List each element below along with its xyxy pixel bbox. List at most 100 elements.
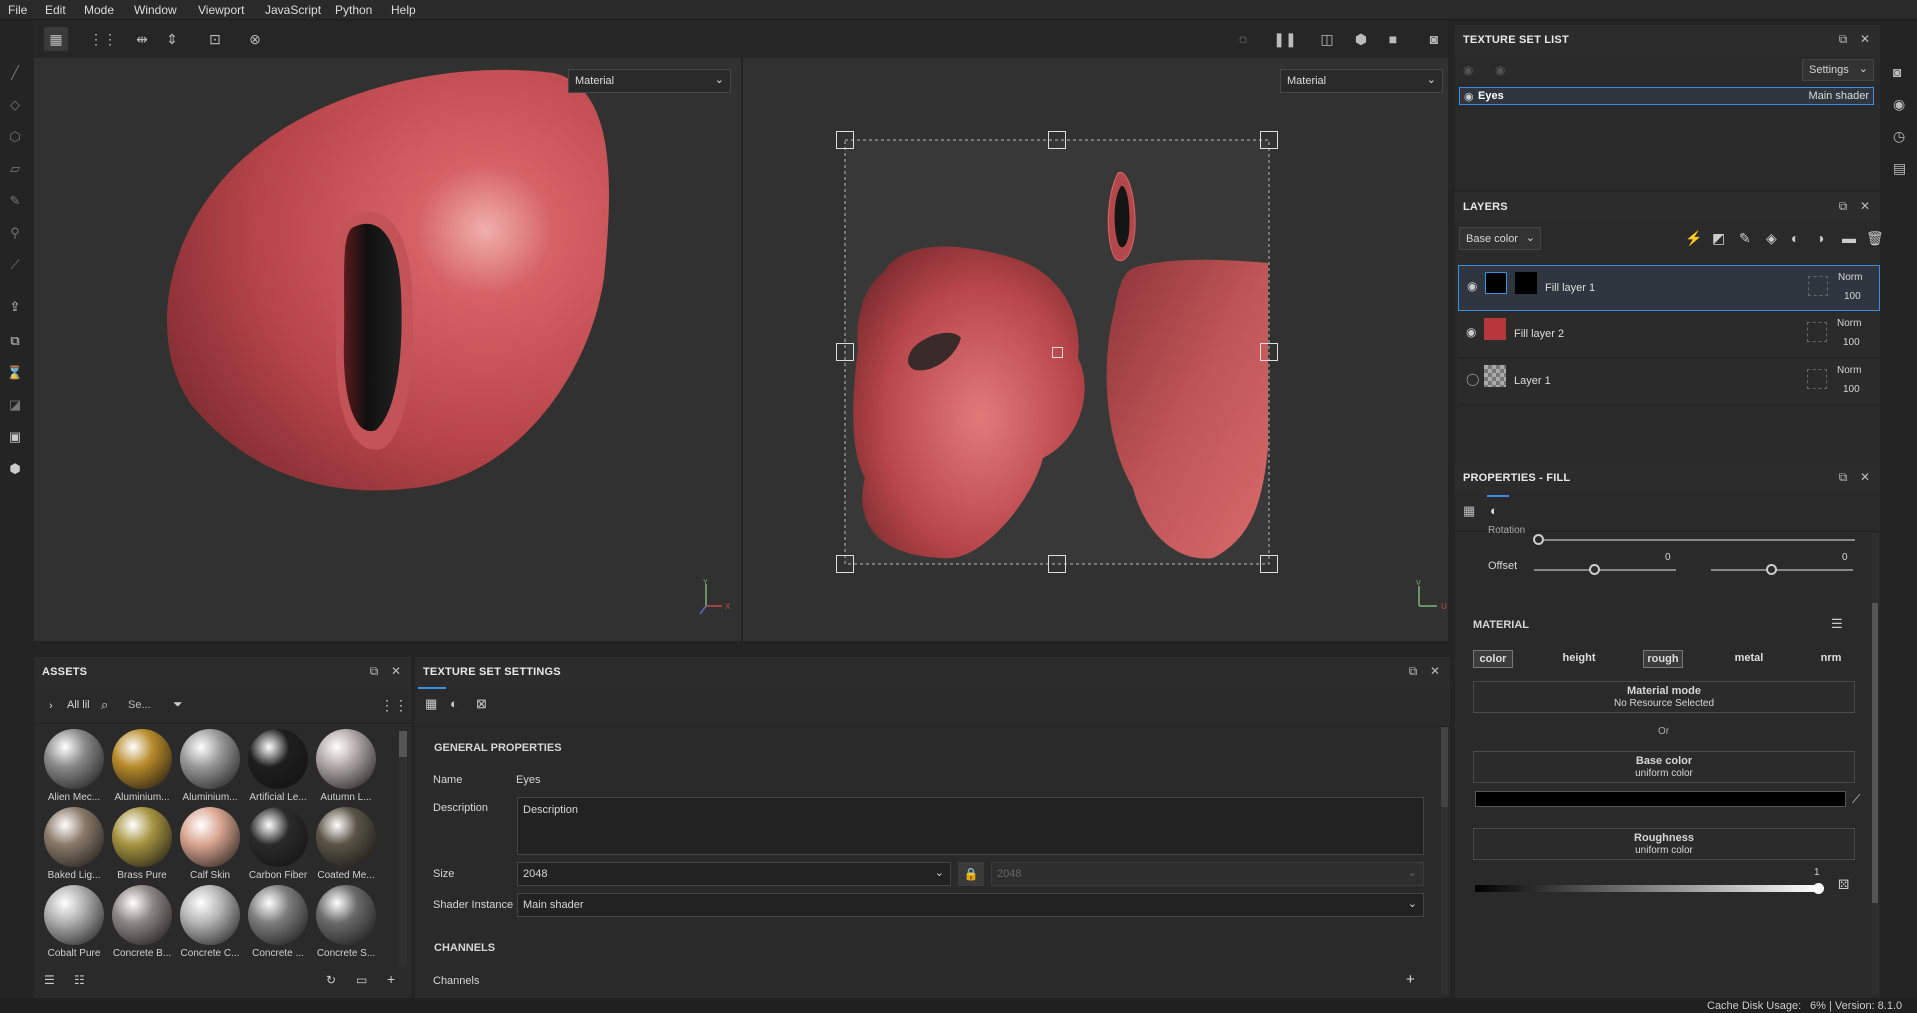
eye-visible-icon[interactable]: ◉	[1467, 279, 1477, 293]
camera-video-icon[interactable]: ■	[1381, 27, 1405, 51]
transform-handle-br[interactable]	[1260, 555, 1278, 573]
add-smart-material-icon[interactable]: ◐	[1791, 230, 1799, 246]
transform-handle-tr[interactable]	[1260, 131, 1278, 149]
color-picker-icon[interactable]: ⟋	[6, 256, 24, 274]
transform-handle-mr[interactable]	[1260, 343, 1278, 361]
size-linked-select[interactable]: 2048 ⌄	[991, 862, 1424, 886]
close-icon[interactable]: ✕	[389, 664, 403, 678]
lock-icon[interactable]: 🔒	[958, 862, 984, 886]
texture-set-icon[interactable]: ▣	[6, 428, 24, 446]
menu-javascript[interactable]: JavaScript	[265, 3, 321, 17]
cube-icon[interactable]: ⬢	[1349, 27, 1373, 51]
symmetry-icon[interactable]: ⇹	[130, 27, 154, 51]
base-color-swatch[interactable]	[1475, 791, 1846, 807]
undock-icon[interactable]: ⧉	[1836, 470, 1850, 484]
undock-icon[interactable]: ⧉	[1406, 664, 1420, 678]
visibility-off-icon[interactable]: ◌	[1231, 27, 1255, 51]
properties-scrollbar[interactable]	[1872, 533, 1878, 993]
filter-icon[interactable]: ⏷	[173, 697, 183, 712]
search-icon[interactable]: ⌕	[101, 697, 108, 713]
polygon-fill-icon[interactable]: ▱	[6, 160, 24, 178]
rotation-slider[interactable]	[1535, 539, 1855, 541]
layer-opacity[interactable]: 100	[1844, 291, 1861, 302]
channel-rough-toggle[interactable]: rough	[1643, 650, 1683, 668]
random-seed-icon[interactable]: ⚄	[1838, 877, 1849, 893]
channel-color-toggle[interactable]: color	[1473, 650, 1513, 668]
add-mask-icon[interactable]: ◑	[1816, 230, 1824, 246]
viewport-left-mode-select[interactable]: Material ⌄	[568, 69, 731, 93]
box-icon[interactable]: ⬢	[6, 460, 24, 478]
texture-set-item-eyes[interactable]: ◉ Eyes Main shader	[1459, 87, 1874, 105]
settings-scrollbar[interactable]	[1441, 727, 1448, 995]
channel-height-toggle[interactable]: height	[1558, 650, 1600, 668]
channel-metal-toggle[interactable]: metal	[1728, 650, 1770, 668]
asset-thumbnail[interactable]	[180, 807, 240, 867]
menu-help[interactable]: Help	[391, 3, 416, 17]
asset-thumbnail[interactable]	[44, 729, 104, 789]
eye-visible-icon[interactable]: ◉	[1464, 90, 1474, 103]
offset-y-slider-knob[interactable]	[1765, 564, 1777, 575]
asset-thumbnail[interactable]	[112, 807, 172, 867]
transform-handle-center[interactable]	[1052, 347, 1063, 358]
material-sphere-icon[interactable]: ◐	[1490, 503, 1498, 518]
roughness-source[interactable]: Roughness uniform color	[1473, 828, 1855, 860]
list-view-icon[interactable]: ☰	[44, 973, 55, 987]
add-asset-icon[interactable]: +	[387, 971, 395, 987]
projection-icon[interactable]: ⬡	[6, 128, 24, 146]
asset-thumbnail[interactable]	[248, 729, 308, 789]
uv-icon[interactable]: ◪	[6, 396, 24, 414]
roughness-slider[interactable]	[1475, 885, 1820, 892]
undock-icon[interactable]: ⧉	[1836, 199, 1850, 213]
shader-instance-select[interactable]: Main shader ⌄	[517, 893, 1424, 917]
description-field[interactable]: Description	[517, 797, 1424, 855]
close-icon[interactable]: ✕	[1858, 199, 1872, 213]
base-color-source[interactable]: Base color uniform color	[1473, 751, 1855, 783]
layer-opacity[interactable]: 100	[1843, 337, 1860, 348]
pause-icon[interactable]: ❚❚	[1273, 27, 1297, 51]
bake-export-icon[interactable]: ⇪	[6, 298, 24, 316]
asset-thumbnail[interactable]	[180, 885, 240, 945]
menu-edit[interactable]: Edit	[45, 3, 66, 17]
eyedropper-icon[interactable]: ⟋	[1852, 792, 1860, 807]
close-icon[interactable]: ✕	[1858, 470, 1872, 484]
timeline-icon[interactable]: ⌛	[6, 364, 24, 382]
eye-icon[interactable]: ◉	[1495, 63, 1505, 77]
blend-mode[interactable]: Norm	[1837, 365, 1861, 376]
detail-view-icon[interactable]: ☷	[74, 973, 85, 987]
eye-closed-icon[interactable]: ◉	[1463, 63, 1473, 77]
viewport-3d[interactable]: Material ⌄ Y X	[34, 58, 741, 641]
layer-name[interactable]: Fill layer 1	[1545, 282, 1595, 294]
close-icon[interactable]: ✕	[1858, 32, 1872, 46]
add-channel-icon[interactable]: +	[1406, 971, 1415, 988]
menu-mode[interactable]: Mode	[84, 3, 114, 17]
undock-icon[interactable]: ⧉	[367, 664, 381, 678]
grid-view-icon[interactable]: ⋮⋮	[380, 697, 408, 714]
layer-stack-icon[interactable]: ⧉	[6, 332, 24, 350]
add-effect-icon[interactable]: ◩	[1712, 230, 1725, 247]
material-mode-picker[interactable]: Material mode No Resource Selected	[1473, 681, 1855, 713]
assets-breadcrumb[interactable]: All lil	[67, 699, 90, 711]
import-folder-icon[interactable]: ▭	[356, 973, 367, 987]
transform-handle-tl[interactable]	[836, 131, 854, 149]
paint-brush-icon[interactable]: ╱	[6, 64, 24, 82]
reset-icon[interactable]: ⊗	[243, 27, 267, 51]
clone-stamp-icon[interactable]: ⚲	[6, 224, 24, 242]
eye-visible-icon[interactable]: ◉	[1466, 325, 1476, 339]
uv-tab-icon[interactable]: ⊠	[476, 696, 487, 712]
assets-scrollbar[interactable]	[399, 731, 407, 967]
layer-row-fill-2[interactable]: ◉ Fill layer 2 Norm 100	[1458, 312, 1880, 358]
asset-thumbnail[interactable]	[44, 807, 104, 867]
menu-python[interactable]: Python	[335, 3, 372, 17]
refresh-icon[interactable]: ↻	[326, 973, 336, 987]
size-select[interactable]: 2048 ⌄	[517, 862, 951, 886]
add-paint-layer-icon[interactable]: ✎	[1739, 230, 1751, 247]
asset-thumbnail[interactable]	[180, 729, 240, 789]
folder-icon[interactable]: ▬	[1842, 230, 1856, 246]
frame-icon[interactable]: ⊡	[203, 27, 227, 51]
layer-opacity[interactable]: 100	[1843, 384, 1860, 395]
screenshot-camera-icon[interactable]: ◙	[1422, 27, 1446, 51]
asset-thumbnail[interactable]	[248, 807, 308, 867]
eye-hidden-icon[interactable]: ◯	[1466, 372, 1479, 386]
split-view-icon[interactable]: ◫	[1315, 27, 1339, 51]
chevron-right-icon[interactable]: ›	[49, 700, 53, 712]
